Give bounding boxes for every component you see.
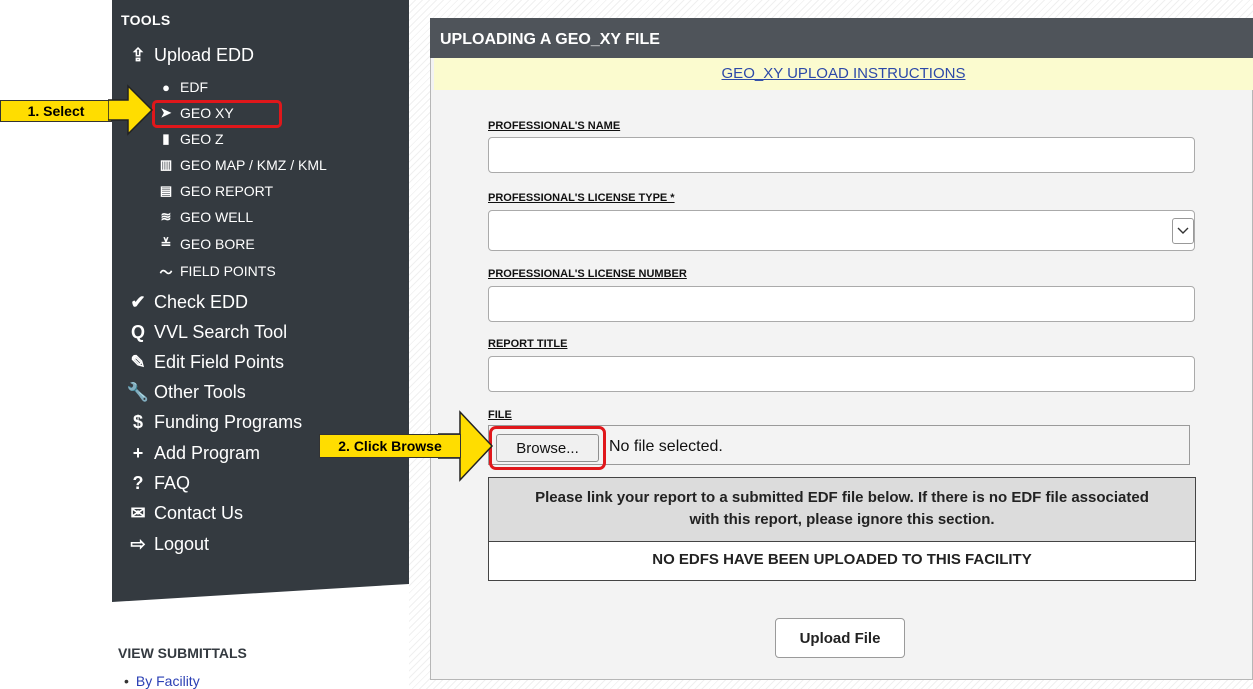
sidebar-item-label: GEO WELL	[180, 209, 254, 225]
geo-xy-highlight	[152, 100, 282, 128]
sidebar-item-geo-z[interactable]: ▮ GEO Z	[158, 129, 224, 149]
sidebar-item-check-edd[interactable]: ✔ Check EDD	[126, 289, 248, 315]
plus-icon: +	[132, 442, 144, 463]
sidebar-item-upload-edd[interactable]: ⇪ Upload EDD	[126, 42, 254, 68]
sidebar-item-label: Edit Field Points	[154, 351, 285, 372]
license-number-field[interactable]	[488, 286, 1195, 322]
sidebar-item-label: VVL Search Tool	[154, 321, 288, 342]
sidebar-item-funding-programs[interactable]: $ Funding Programs	[126, 409, 302, 435]
sidebar-item-geo-well[interactable]: ≋ GEO WELL	[158, 207, 254, 227]
sidebar-item-label: GEO MAP / KMZ / KML	[180, 157, 327, 173]
step1-label: 1. Select	[0, 100, 112, 122]
browse-highlight	[489, 426, 606, 470]
sidebar-item-label: Check EDD	[154, 291, 249, 312]
sidebar-item-label: Logout	[154, 533, 210, 554]
tools-heading: TOOLS	[121, 12, 171, 28]
logout-icon: ⇨	[130, 533, 146, 554]
view-submittals-heading: VIEW SUBMITTALS	[118, 645, 247, 661]
panel-title: UPLOADING A GEO_XY FILE	[430, 18, 1253, 58]
sidebar-item-geo-report[interactable]: ▤ GEO REPORT	[158, 181, 273, 201]
double-chevron-down-icon: ≚	[160, 236, 172, 251]
document-icon: ▤	[159, 183, 173, 198]
sidebar-item-label: Other Tools	[154, 381, 246, 402]
sidebar-item-edf[interactable]: ● EDF	[158, 77, 208, 97]
view-item-label: By Facility	[135, 673, 200, 689]
report-title-field[interactable]	[488, 356, 1195, 392]
view-item-by-facility[interactable]: • By Facility	[124, 673, 200, 689]
check-icon: ✔	[130, 291, 146, 312]
squiggle-icon: 〜	[159, 264, 173, 280]
sidebar-item-geo-map[interactable]: ▥ GEO MAP / KMZ / KML	[158, 155, 327, 175]
instructions-bar: GEO_XY UPLOAD INSTRUCTIONS	[434, 58, 1253, 90]
name-field[interactable]	[488, 137, 1195, 173]
envelope-icon: ✉	[130, 502, 146, 523]
sidebar-item-vvl-search[interactable]: Q VVL Search Tool	[126, 319, 287, 345]
license-number-label: PROFESSIONAL'S LICENSE NUMBER	[488, 268, 687, 280]
sidebar-item-geo-bore[interactable]: ≚ GEO BORE	[158, 234, 255, 254]
name-label: PROFESSIONAL'S NAME	[488, 120, 621, 132]
sidebar-item-label: EDF	[180, 79, 208, 95]
sidebar-item-logout[interactable]: ⇨ Logout	[126, 531, 209, 557]
sidebar-item-label: GEO Z	[180, 131, 224, 147]
wrench-icon: 🔧	[126, 381, 150, 402]
sidebar-item-label: GEO REPORT	[180, 183, 274, 199]
license-type-label: PROFESSIONAL'S LICENSE TYPE *	[488, 192, 675, 204]
bullet: •	[124, 673, 129, 689]
sidebar-item-label: Contact Us	[154, 502, 244, 523]
sidebar-item-label: FIELD POINTS	[180, 263, 276, 279]
sidebar-item-add-program[interactable]: + Add Program	[126, 440, 260, 466]
chevron-down-icon[interactable]	[1172, 218, 1194, 244]
report-title-label: REPORT TITLE	[488, 338, 568, 350]
sidebar-item-other-tools[interactable]: 🔧 Other Tools	[126, 379, 246, 405]
sidebar-item-label: Funding Programs	[154, 411, 303, 432]
well-icon: ≋	[160, 209, 172, 224]
sidebar-item-field-points[interactable]: 〜 FIELD POINTS	[158, 261, 276, 281]
edf-empty-notice: NO EDFS HAVE BEEN UPLOADED TO THIS FACIL…	[652, 551, 1032, 568]
ruler-icon: ▮	[162, 131, 170, 146]
sidebar-item-label: GEO BORE	[180, 236, 255, 252]
map-icon: ▥	[159, 157, 173, 172]
sidebar-item-contact-us[interactable]: ✉ Contact Us	[126, 500, 243, 526]
step1-arrow-icon	[108, 84, 154, 136]
dollar-icon: $	[132, 411, 143, 432]
license-type-select[interactable]	[488, 210, 1195, 251]
question-icon: ?	[132, 472, 144, 493]
sidebar-item-faq[interactable]: ? FAQ	[126, 470, 191, 496]
upload-icon: ⇪	[130, 44, 146, 65]
sidebar-item-edit-field-points[interactable]: ✎ Edit Field Points	[126, 349, 284, 375]
file-status: No file selected.	[609, 438, 723, 455]
sidebar-item-label: Upload EDD	[154, 44, 255, 65]
edit-icon: ✎	[130, 351, 146, 372]
search-icon: Q	[130, 321, 145, 342]
edf-message: Please link your report to a submitted E…	[489, 478, 1195, 542]
sidebar-item-label: Add Program	[154, 442, 261, 463]
drop-icon: ●	[162, 79, 170, 95]
instructions-link[interactable]: GEO_XY UPLOAD INSTRUCTIONS	[722, 65, 966, 82]
step2-label: 2. Click Browse	[319, 434, 461, 458]
upload-file-button[interactable]: Upload File	[775, 618, 905, 658]
sidebar-item-label: FAQ	[154, 472, 191, 493]
